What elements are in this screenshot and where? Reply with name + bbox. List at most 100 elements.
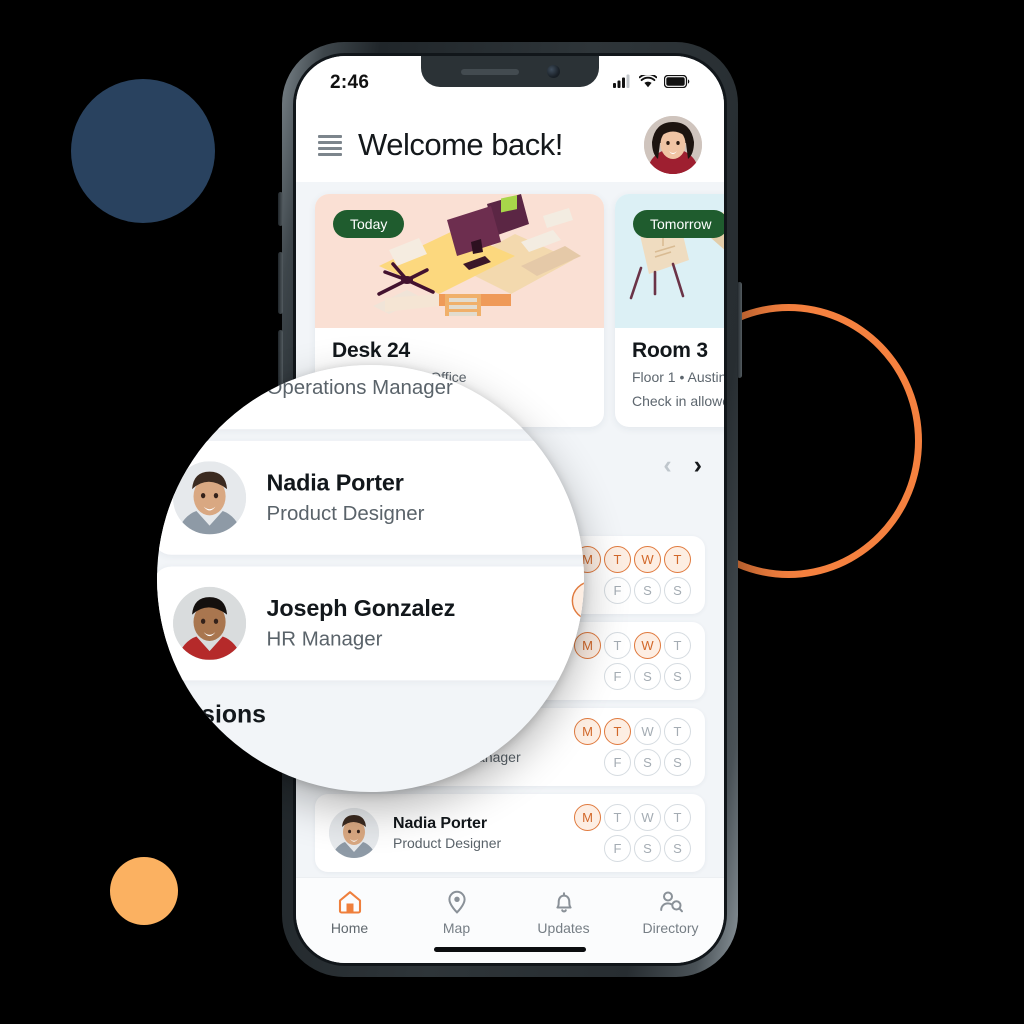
person-text: Nadia Porter Product Designer <box>267 472 544 525</box>
desk-illustration: Today <box>315 194 604 328</box>
person-row[interactable]: Nadia PorterProduct DesignerMTWTFSS <box>315 793 705 872</box>
booking-name: Desk 24 <box>332 339 410 362</box>
decorative-amber-circle <box>110 857 178 925</box>
day-pill-4-inactive[interactable]: F <box>604 748 631 776</box>
person-name: Nadia Porter <box>393 814 487 832</box>
day-pill-2-inactive[interactable]: W <box>634 717 661 745</box>
day-availability-pills: MTWTFSS <box>569 631 691 690</box>
decorative-navy-circle <box>71 79 215 223</box>
person-avatar <box>173 461 247 535</box>
person-text: Jolie Noah Operations Manager <box>267 365 544 399</box>
day-availability-pills: MTWTFSS <box>564 455 584 541</box>
power-button[interactable] <box>737 282 742 378</box>
chevron-right-icon[interactable]: › <box>694 452 702 478</box>
battery-icon <box>664 74 690 88</box>
day-pill-3-inactive[interactable]: T <box>664 631 691 659</box>
earpiece-speaker <box>460 68 519 75</box>
wifi-icon <box>639 74 657 87</box>
booking-checkin-note: Check in allowe <box>632 393 724 410</box>
day-pill-6-inactive[interactable]: S <box>664 576 691 604</box>
meeting-room-illustration: Tomorrow <box>615 194 724 328</box>
day-pill-4-inactive[interactable]: F <box>604 834 631 862</box>
day-pill-0-active[interactable]: M <box>571 365 584 370</box>
bottom-navigation: Home Map Updates Directory <box>296 877 724 963</box>
nav-item-map[interactable]: Map <box>403 889 510 936</box>
nav-label-directory: Directory <box>642 920 699 936</box>
person-row[interactable]: Joseph Gonzalez HR Manager MTWTFSS <box>157 566 584 681</box>
day-pill-0-active[interactable]: M <box>571 581 584 621</box>
person-row[interactable]: Jolie Noah Operations Manager MTWTFSS <box>157 365 584 430</box>
person-avatar <box>173 586 247 660</box>
phone-notch <box>421 56 599 87</box>
nav-label-home: Home <box>330 920 369 936</box>
person-text: Joseph Gonzalez HR Manager <box>267 597 544 650</box>
day-availability-pills: MTWTFSS <box>569 803 691 862</box>
day-pill-5-inactive[interactable]: S <box>634 576 661 604</box>
person-text: Nadia Porter Product Designer <box>393 815 555 851</box>
nav-label-map: Map <box>442 920 471 936</box>
volume-up-button[interactable] <box>278 252 283 314</box>
person-role: Product Designer <box>393 834 502 851</box>
home-icon <box>338 891 361 914</box>
day-pill-0-active[interactable]: M <box>571 455 584 495</box>
person-role: HR Manager <box>266 626 383 650</box>
avatar[interactable] <box>644 116 702 174</box>
day-pill-5-inactive[interactable]: S <box>634 834 661 862</box>
cellular-signal-icon <box>613 74 630 88</box>
home-indicator <box>434 947 586 952</box>
day-pill-0-active[interactable]: M <box>574 803 601 831</box>
status-bar: 2:46 <box>296 56 724 108</box>
page-title: Welcome back! <box>358 127 563 162</box>
booking-meta: Floor 1 • Austin <box>632 369 724 385</box>
day-pill-3-active[interactable]: T <box>664 545 691 573</box>
person-avatar <box>173 365 247 409</box>
day-pill-6-inactive[interactable]: S <box>664 662 691 690</box>
booking-badge: Tomorrow <box>633 210 724 238</box>
carousel-nav: ‹ › <box>663 452 702 478</box>
day-pill-5-inactive[interactable]: S <box>634 748 661 776</box>
day-pill-6-inactive[interactable]: S <box>664 748 691 776</box>
status-icons <box>613 72 690 88</box>
status-time: 2:46 <box>330 72 370 93</box>
booking-name: Room 3 <box>632 339 708 362</box>
magnified-sessions-title: Sessions <box>157 700 266 729</box>
booking-card-room[interactable]: Tomorrow Room 3 Floor 1 • Austin Check i… <box>615 194 724 427</box>
day-pill-4-inactive[interactable]: F <box>604 662 631 690</box>
day-availability-pills: MTWTFSS <box>569 717 691 776</box>
nav-item-updates[interactable]: Updates <box>510 889 617 936</box>
hamburger-menu-icon[interactable] <box>318 134 342 156</box>
day-pill-6-inactive[interactable]: S <box>664 834 691 862</box>
day-pill-3-inactive[interactable]: T <box>664 717 691 745</box>
front-camera-icon <box>546 65 560 78</box>
day-pill-1-inactive[interactable]: T <box>604 631 631 659</box>
day-availability-pills: MTWTFSS <box>564 581 584 666</box>
person-row[interactable]: Nadia PorterProduct Designer MTWTFSS <box>157 440 584 555</box>
map-pin-icon <box>447 890 466 914</box>
day-pill-1-inactive[interactable]: T <box>604 803 631 831</box>
day-availability-pills: MTWTFSS <box>569 545 691 604</box>
app-header: Welcome back! <box>296 108 724 182</box>
day-availability-pills: MTWTFSS <box>564 365 584 415</box>
person-avatar <box>329 807 379 858</box>
day-pill-5-inactive[interactable]: S <box>634 662 661 690</box>
silent-switch-button[interactable] <box>278 192 283 226</box>
nav-label-updates: Updates <box>537 920 590 936</box>
person-name: Joseph Gonzalez <box>266 597 456 622</box>
person-name: Jolie Noah <box>267 365 544 372</box>
nav-item-directory[interactable]: Directory <box>617 889 724 936</box>
day-pill-2-inactive[interactable]: W <box>634 803 661 831</box>
magnified-people-list: Macy GenslerDirector Of MarketingMTWTFSS… <box>157 365 584 681</box>
chevron-left-icon[interactable]: ‹ <box>663 452 671 478</box>
nav-item-home[interactable]: Home <box>296 889 403 936</box>
person-role: Operations Manager <box>266 375 453 399</box>
magnifier-content: office this week teams ▾ Macy GenslerDir… <box>157 365 584 792</box>
day-pill-2-active[interactable]: W <box>634 545 661 573</box>
day-pill-1-active[interactable]: T <box>604 545 631 573</box>
day-pill-2-active[interactable]: W <box>634 631 661 659</box>
person-name: Nadia Porter <box>266 471 404 497</box>
day-pill-4-inactive[interactable]: F <box>604 576 631 604</box>
day-pill-1-active[interactable]: T <box>604 717 631 745</box>
booking-badge: Today <box>333 210 405 238</box>
bell-icon <box>555 892 572 913</box>
day-pill-3-inactive[interactable]: T <box>664 803 691 831</box>
